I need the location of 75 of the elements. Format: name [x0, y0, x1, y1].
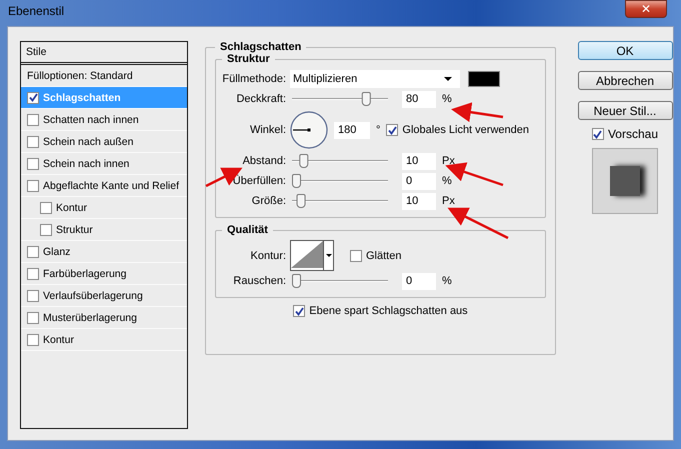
field-label: Deckkraft: — [235, 93, 286, 105]
style-list-item[interactable]: Schein nach außen — [21, 131, 187, 153]
preview-thumbnail — [592, 148, 658, 214]
unit-label: Px — [442, 195, 455, 207]
unit-label: % — [442, 175, 452, 187]
checkbox-label: Globales Licht verwenden — [402, 124, 529, 136]
style-list-item[interactable]: Musterüberlagerung — [21, 307, 187, 329]
style-list-item[interactable]: Schein nach innen — [21, 153, 187, 175]
unit-label: ° — [376, 124, 380, 136]
slider-thumb[interactable] — [362, 92, 371, 106]
dialog-button[interactable]: Neuer Stil... — [578, 101, 672, 120]
unit-label: % — [442, 275, 452, 287]
checkbox[interactable] — [27, 180, 39, 192]
group-title: Struktur — [226, 53, 271, 65]
color-swatch[interactable] — [468, 71, 500, 87]
field-label: Größe: — [250, 195, 286, 207]
annotation-arrow — [448, 208, 509, 240]
field-label: Rauschen: — [232, 275, 286, 287]
list-header: Stile — [21, 42, 187, 65]
dialog-button[interactable]: Abbrechen — [578, 71, 672, 90]
checkbox[interactable] — [40, 224, 52, 236]
noise-field[interactable]: 0 — [402, 272, 436, 290]
field-label: Winkel: — [248, 124, 286, 136]
checkbox[interactable] — [40, 202, 52, 214]
style-list-item[interactable]: Struktur — [21, 219, 187, 241]
unit-label: Px — [442, 155, 455, 167]
checkbox-label: Glätten — [366, 250, 402, 262]
checkbox[interactable] — [27, 92, 39, 104]
checkbox[interactable] — [27, 334, 39, 346]
checkbox[interactable] — [27, 158, 39, 170]
field-label: Kontur: — [250, 250, 286, 262]
group-title: Schlagschatten — [219, 41, 302, 53]
contour-picker[interactable] — [290, 240, 334, 271]
style-list-item[interactable]: Farbüberlagerung — [21, 263, 187, 285]
spread-field[interactable]: 0 — [402, 172, 436, 190]
checkbox[interactable] — [350, 250, 362, 262]
distance-field[interactable]: 10 — [402, 152, 436, 170]
field-label: Abstand: — [242, 155, 286, 167]
angle-field[interactable]: 180 — [334, 122, 370, 138]
slider-thumb[interactable] — [292, 274, 301, 288]
style-list-item[interactable]: Verlaufsüberlagerung — [21, 285, 187, 307]
angle-dial[interactable] — [290, 111, 328, 149]
dialog-button[interactable]: OK — [578, 41, 672, 60]
checkbox[interactable] — [386, 124, 398, 136]
style-list-item[interactable]: Kontur — [21, 329, 187, 351]
checkbox-label: Ebene spart Schlagschatten aus — [309, 305, 468, 317]
field-label: Überfüllen: — [232, 175, 286, 187]
checkbox[interactable] — [293, 305, 306, 317]
field-label: Füllmethode: — [222, 73, 286, 85]
checkbox-label: Vorschau — [608, 127, 658, 141]
annotation-arrow — [451, 102, 504, 122]
checkbox[interactable] — [27, 312, 39, 324]
style-list-item[interactable]: Abgeflachte Kante und Relief — [21, 175, 187, 197]
group-title: Qualität — [226, 224, 269, 236]
close-button[interactable]: ✕ — [625, 0, 667, 18]
checkbox[interactable] — [27, 136, 39, 148]
checkbox[interactable] — [27, 290, 39, 302]
style-list-item[interactable]: Schatten nach innen — [21, 109, 187, 131]
blend-mode-dropdown[interactable]: Multiplizieren — [290, 70, 460, 88]
slider-thumb[interactable] — [298, 154, 308, 168]
checkbox[interactable] — [27, 246, 39, 258]
caret-icon — [326, 254, 332, 257]
slider-thumb[interactable] — [296, 194, 306, 208]
unit-label: % — [442, 93, 452, 105]
window-title: Ebenenstil — [8, 4, 64, 18]
slider-thumb[interactable] — [292, 174, 301, 188]
contour-curve-icon — [291, 241, 323, 268]
style-list-item[interactable]: Glanz — [21, 241, 187, 263]
size-field[interactable]: 10 — [402, 192, 436, 210]
checkbox[interactable] — [27, 114, 39, 126]
caret-icon — [444, 77, 452, 81]
opacity-field[interactable]: 80 — [402, 90, 436, 108]
checkbox[interactable] — [592, 128, 604, 140]
checkbox[interactable] — [27, 268, 39, 280]
style-list-item[interactable]: Kontur — [21, 197, 187, 219]
